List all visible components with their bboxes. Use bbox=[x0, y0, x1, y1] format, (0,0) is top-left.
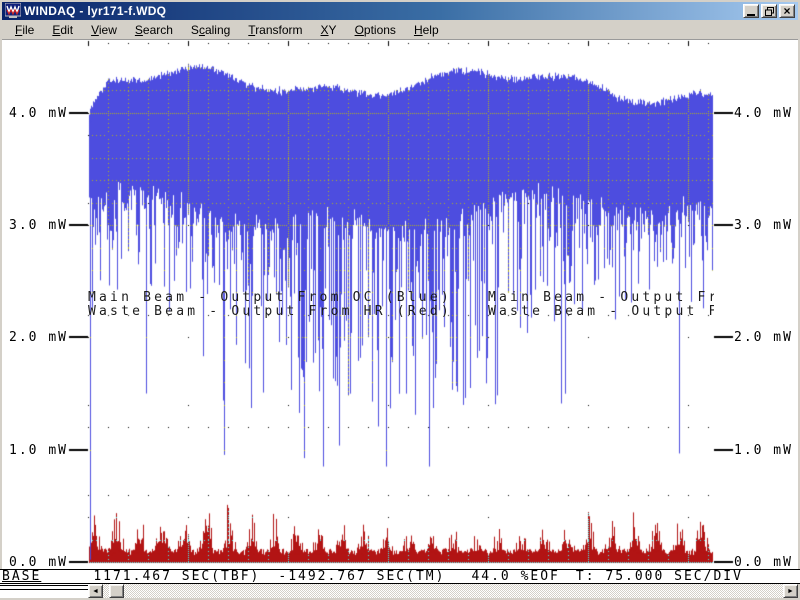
windaq-window: WINDAQ - lyr171-f.WDQ × FileEditViewSear… bbox=[0, 0, 800, 600]
double-rule bbox=[0, 589, 88, 592]
y-tick-label-left-4.0: 4.0 mW bbox=[6, 106, 68, 121]
scroll-left-button[interactable]: ◄ bbox=[88, 584, 103, 598]
horizontal-scrollbar[interactable]: ◄ ► bbox=[88, 584, 798, 598]
status-tm: -1492.767 SEC(TM) bbox=[278, 570, 445, 583]
scrollbar-thumb[interactable] bbox=[109, 584, 124, 598]
y-tick-label-right-3.0: 3.0 mW bbox=[734, 218, 793, 233]
y-tick-label-right-1.0: 1.0 mW bbox=[734, 443, 793, 458]
y-tick-label-right-0.0: 0.0 mW bbox=[734, 555, 793, 570]
status-base-label: BASE bbox=[2, 570, 41, 583]
scroll-left-icon: ◄ bbox=[92, 588, 99, 595]
y-tick-label-left-2.0: 2.0 mW bbox=[6, 330, 68, 345]
annotation-main-beam: Main Beam - Output From OC (Blue) bbox=[88, 291, 452, 305]
double-rule bbox=[0, 585, 88, 588]
annotation-waste-beam-2: Waste Beam - Output From HR (Red) bbox=[488, 305, 714, 319]
scroll-left-panel bbox=[0, 584, 88, 598]
scroll-right-icon: ► bbox=[787, 588, 794, 595]
annotation-left: Main Beam - Output From OC (Blue) Waste … bbox=[88, 291, 452, 319]
status-eof: 44.0 %EOF bbox=[471, 570, 559, 583]
y-tick-label-right-2.0: 2.0 mW bbox=[734, 330, 793, 345]
status-bar: BASE 1171.467 SEC(TBF) -1492.767 SEC(TM) 44… bbox=[0, 569, 800, 584]
annotation-waste-beam: Waste Beam - Output From HR (Red) bbox=[88, 305, 452, 319]
status-time-per-div: T: 75.000 SEC/DIV bbox=[576, 570, 743, 583]
annotation-main-beam-2: Main Beam - Output From OC (Blue) bbox=[488, 291, 714, 305]
annotation-right: Main Beam - Output From OC (Blue) Waste … bbox=[488, 291, 714, 319]
bottom-scroll-row: ◄ ► bbox=[0, 584, 800, 598]
y-tick-label-left-1.0: 1.0 mW bbox=[6, 443, 68, 458]
y-tick-label-left-3.0: 3.0 mW bbox=[6, 218, 68, 233]
y-tick-label-left-0.0: 0.0 mW bbox=[6, 555, 68, 570]
y-tick-label-right-4.0: 4.0 mW bbox=[734, 106, 793, 121]
scroll-right-button[interactable]: ► bbox=[783, 584, 798, 598]
status-tbf: 1171.467 SEC(TBF) bbox=[93, 570, 260, 583]
